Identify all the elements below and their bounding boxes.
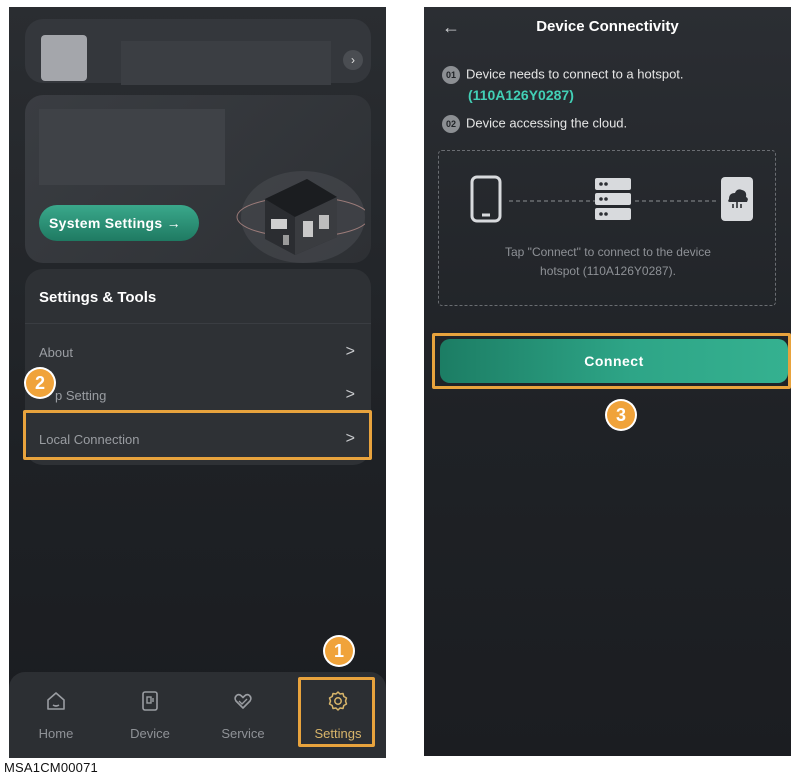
figure-code: MSA1CM00071	[4, 760, 98, 775]
step-badge-1: 1	[325, 637, 353, 665]
home-icon	[47, 692, 65, 710]
tab-label: Service	[221, 726, 265, 741]
step-number-badge: 02	[442, 115, 460, 133]
phone-icon	[470, 175, 502, 223]
tab-label: Home	[38, 726, 74, 741]
chevron-right-icon: >	[345, 343, 355, 360]
connection-diagram: Tap "Connect" to connect to the device h…	[438, 150, 776, 306]
tab-label: Device	[130, 726, 170, 741]
system-settings-button[interactable]: System Settings →	[39, 205, 199, 241]
profile-name-placeholder	[121, 41, 331, 85]
highlight-settings-tab	[298, 677, 375, 747]
settings-screen: › System Settings → Settings & Tools Abo…	[9, 7, 386, 758]
device-connectivity-screen: ← Device Connectivity 01 Device needs to …	[424, 7, 791, 756]
menu-item-label: p Setting	[55, 388, 107, 403]
menu-item-label: About	[39, 345, 73, 360]
device-icon	[142, 691, 158, 711]
menu-item-about[interactable]: About >	[25, 333, 371, 373]
section-title: Settings & Tools	[39, 289, 157, 306]
avatar	[41, 35, 87, 81]
caption-line-2: hotspot (110A126Y0287).	[540, 264, 676, 278]
server-icon	[595, 178, 631, 220]
house-illustration	[236, 171, 365, 263]
step-1-text: Device needs to connect to a hotspot.	[466, 66, 684, 82]
system-card: System Settings →	[25, 95, 371, 263]
caption-line-1: Tap "Connect" to connect to the device	[505, 245, 711, 259]
tab-device[interactable]: Device	[115, 672, 185, 758]
highlight-connect-button	[432, 333, 791, 389]
highlight-local-connection	[23, 410, 372, 460]
system-info-placeholder	[39, 109, 225, 185]
hotspot-id: (110A126Y0287)	[468, 87, 574, 103]
connect-instructions: Tap "Connect" to connect to the device h…	[459, 243, 757, 281]
chevron-right-icon: >	[345, 386, 355, 403]
step-badge-2: 2	[26, 369, 54, 397]
divider	[25, 323, 371, 324]
step-badge-3: 3	[607, 401, 635, 429]
step-2: 02 Device accessing the cloud.	[442, 115, 627, 133]
profile-chevron-icon[interactable]: ›	[343, 50, 363, 70]
cloud-device-icon	[721, 177, 753, 221]
profile-card[interactable]: ›	[25, 19, 371, 85]
tab-service[interactable]: Service	[208, 672, 278, 758]
step-2-text: Device accessing the cloud.	[466, 115, 628, 131]
page-title: Device Connectivity	[536, 18, 679, 35]
step-number-badge: 01	[442, 66, 460, 84]
step-1: 01 Device needs to connect to a hotspot.	[442, 66, 684, 84]
service-icon	[234, 693, 252, 709]
tab-home[interactable]: Home	[21, 672, 91, 758]
